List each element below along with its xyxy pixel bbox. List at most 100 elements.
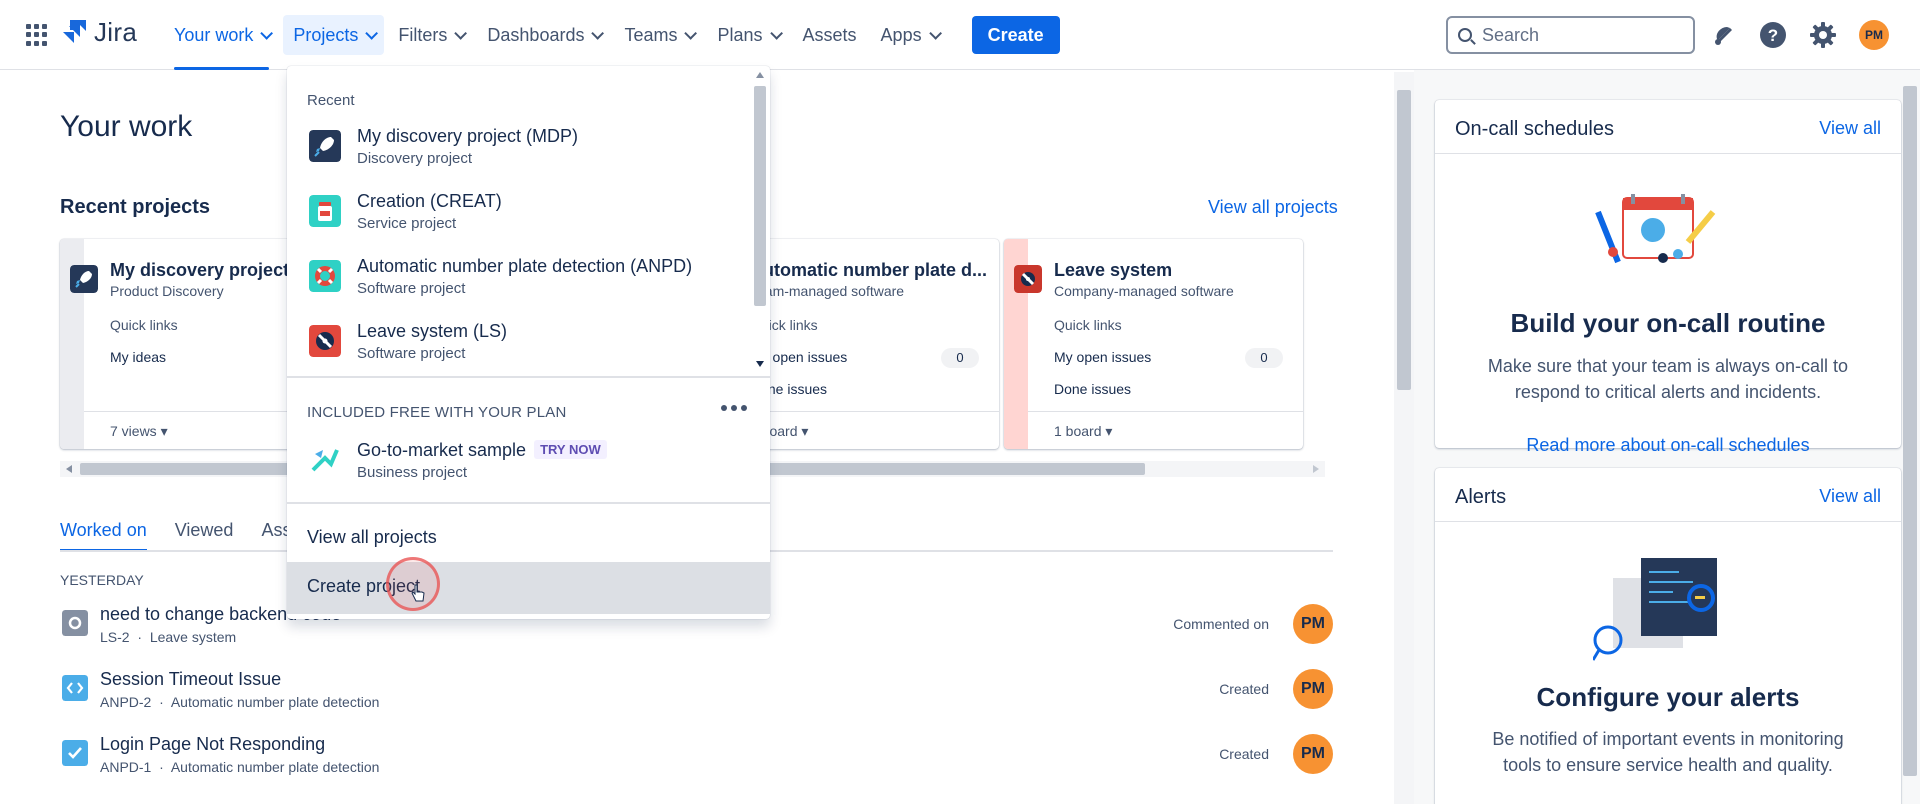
list-item[interactable]: Login Page Not Responding ANPD-1 · Autom… [60, 732, 1333, 784]
issue-title[interactable]: Session Timeout Issue [100, 669, 281, 690]
card-title: Alerts [1455, 486, 1507, 508]
dropdown-scrollbar[interactable] [750, 66, 770, 376]
chevron-down-icon [591, 26, 605, 40]
user-avatar[interactable]: PM [1859, 20, 1889, 50]
menu-item-go-to-market-sample[interactable]: Go-to-market sample TRY NOW Business proj… [287, 430, 747, 494]
scrollbar-thumb[interactable] [1397, 90, 1411, 390]
chevron-down-icon [769, 26, 783, 40]
issue-meta: LS-2 · Leave system [100, 629, 236, 645]
project-card-leave-system[interactable]: Leave system Company-managed software Qu… [1004, 239, 1303, 449]
search-field[interactable] [1446, 16, 1695, 54]
create-project-menu-item[interactable]: Create project [287, 562, 770, 614]
avatar[interactable]: PM [1293, 604, 1333, 644]
issue-action: Created [1219, 681, 1269, 697]
meta-separator: · [159, 759, 164, 775]
list-item[interactable]: Session Timeout Issue ANPD-2 · Automatic… [60, 667, 1333, 719]
scroll-down-arrow-icon[interactable] [755, 360, 765, 368]
nav-teams[interactable]: Teams [614, 15, 703, 55]
menu-item-project-creat[interactable]: Creation (CREAT) Service project [287, 181, 747, 245]
issue-meta: ANPD-2 · Automatic number plate detectio… [100, 694, 379, 710]
satellite-icon [309, 325, 341, 357]
quick-link-my-ideas[interactable]: My ideas [110, 349, 166, 365]
project-name[interactable]: Automatic number plate d... [750, 260, 987, 281]
project-type: Software project [357, 280, 466, 297]
project-name[interactable]: Leave system [1054, 260, 1172, 281]
divider [287, 502, 770, 504]
project-name[interactable]: My discovery project [110, 260, 289, 281]
try-now-badge[interactable]: TRY NOW [534, 440, 607, 459]
view-all-projects-menu-item[interactable]: View all projects [307, 527, 437, 548]
card-header: Alerts View all [1435, 468, 1901, 522]
jira-logo[interactable]: Jira [62, 17, 137, 48]
nav-item-label: Filters [398, 24, 448, 45]
projects-dropdown-menu: Recent My discovery project (MDP) Discov… [287, 66, 770, 619]
tab-worked-on[interactable]: Worked on [60, 520, 147, 551]
hand-cursor-icon [411, 584, 425, 602]
nav-projects[interactable]: Projects [283, 15, 385, 55]
issue-title[interactable]: Login Page Not Responding [100, 734, 325, 755]
nav-your-work[interactable]: Your work [164, 15, 279, 70]
nav-item-label: Projects [293, 24, 359, 45]
recent-heading: Recent [307, 92, 355, 109]
read-more-oncall-link[interactable]: Read more about on-call schedules [1435, 435, 1901, 456]
primary-nav: Your work Projects Filters Dashboards Te… [164, 0, 1060, 70]
tab-viewed[interactable]: Viewed [175, 520, 234, 541]
quick-link-my-open-issues[interactable]: My open issues [1054, 349, 1151, 365]
right-panel-scrollbar[interactable] [1900, 72, 1920, 804]
project-type: Company-managed software [1054, 283, 1234, 299]
view-all-link[interactable]: View all [1819, 118, 1881, 139]
meta-separator: · [137, 629, 143, 645]
nav-assets[interactable]: Assets [793, 15, 867, 55]
menu-item-project-ls[interactable]: Leave system (LS) Software project [287, 311, 747, 375]
app-switcher-icon[interactable] [26, 24, 48, 46]
help-icon[interactable]: ? [1758, 20, 1788, 50]
nav-filters[interactable]: Filters [388, 15, 473, 55]
search-input[interactable] [1482, 24, 1672, 46]
oncall-heading: Build your on-call routine [1510, 308, 1826, 338]
chevron-down-icon [684, 26, 698, 40]
avatar[interactable]: PM [1293, 734, 1333, 774]
nav-dashboards[interactable]: Dashboards [477, 15, 610, 55]
alerts-illustration-icon [1593, 558, 1717, 661]
issue-action: Commented on [1173, 616, 1269, 632]
view-all-link[interactable]: View all [1819, 486, 1881, 507]
chevron-down-icon [365, 26, 379, 40]
scroll-right-arrow-icon[interactable] [1313, 465, 1319, 473]
scroll-up-arrow-icon[interactable] [755, 71, 765, 79]
group-label-yesterday: YESTERDAY [60, 572, 144, 588]
project-type: Service project [357, 215, 457, 232]
project-name: Go-to-market sample TRY NOW [357, 440, 607, 461]
quick-links-label: Quick links [1054, 317, 1122, 333]
nav-item-label: Your work [174, 24, 254, 45]
divider [287, 376, 770, 378]
notifications-icon[interactable] [1709, 20, 1739, 50]
project-type: Software project [357, 345, 466, 362]
menu-item-project-mdp[interactable]: My discovery project (MDP) Discovery pro… [287, 116, 747, 180]
more-options-icon[interactable] [719, 398, 749, 418]
nav-item-label: Dashboards [487, 24, 585, 45]
quick-link-done-issues[interactable]: Done issues [1054, 381, 1131, 397]
settings-icon[interactable] [1808, 20, 1838, 50]
scroll-left-arrow-icon[interactable] [66, 465, 72, 473]
project-name: My discovery project (MDP) [357, 126, 579, 146]
open-issues-count: 0 [1245, 348, 1283, 368]
menu-item-project-anpd[interactable]: Automatic number plate detection (ANPD) … [287, 246, 747, 310]
create-button[interactable]: Create [971, 16, 1060, 54]
oncall-illustration-icon [1595, 194, 1716, 264]
issue-meta: ANPD-1 · Automatic number plate detectio… [100, 759, 379, 775]
avatar[interactable]: PM [1293, 669, 1333, 709]
page-title: Your work [60, 110, 193, 143]
boards-dropdown[interactable]: 1 board ▾ [1028, 411, 1303, 449]
scrollbar-thumb[interactable] [1903, 86, 1917, 776]
issue-key: ANPD-2 [100, 694, 152, 710]
nav-apps[interactable]: Apps [871, 15, 948, 55]
quick-links-label: Quick links [110, 317, 178, 333]
nav-item-label: Assets [802, 24, 857, 45]
right-panel: On-call schedules View all Build your on… [1414, 70, 1920, 804]
card-title: On-call schedules [1455, 118, 1614, 140]
scrollbar-thumb[interactable] [754, 86, 766, 306]
nav-plans[interactable]: Plans [707, 15, 788, 55]
view-all-projects-link[interactable]: View all projects [1208, 197, 1338, 218]
go-to-market-icon [309, 444, 341, 476]
main-vertical-scrollbar[interactable] [1394, 72, 1414, 804]
